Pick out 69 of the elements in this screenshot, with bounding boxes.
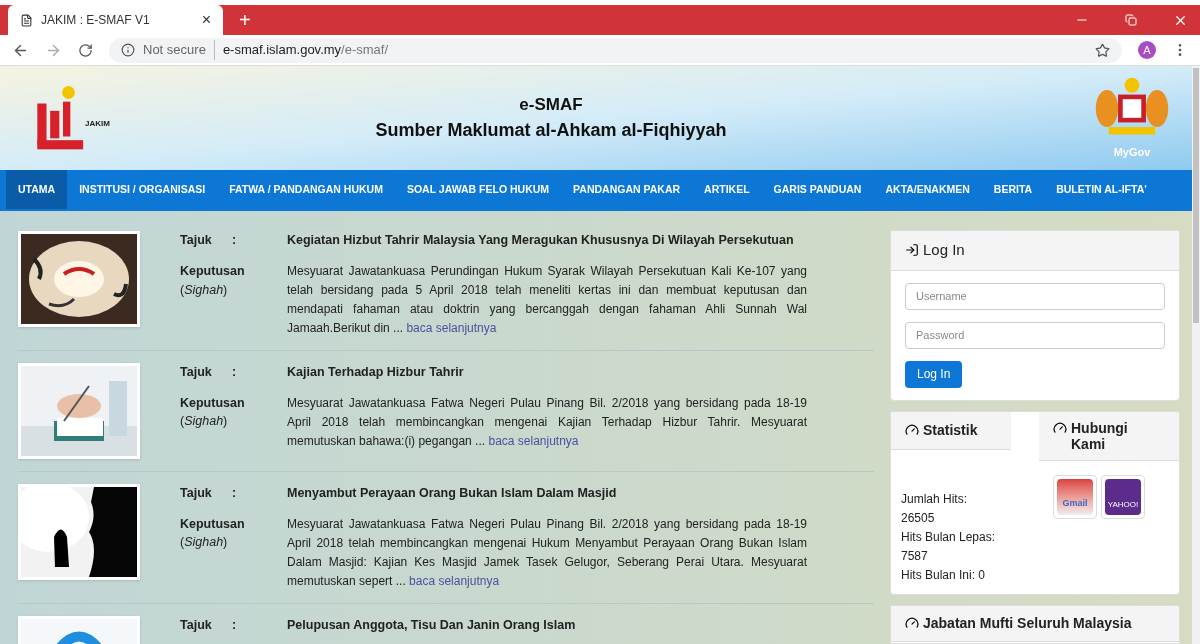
nav-item[interactable]: INSTITUSI / ORGANISASI	[67, 170, 218, 209]
field-label: Tajuk	[180, 363, 213, 381]
article-title[interactable]: Kajian Terhadap Hizbur Tahrir	[287, 362, 464, 382]
panel-title: Hubungi Kami	[1071, 419, 1129, 452]
stat-text: 26505	[901, 509, 936, 527]
scrollbar[interactable]	[1192, 66, 1200, 644]
nav-item[interactable]: PANDANGAN PAKAR	[561, 170, 693, 209]
address-bar[interactable]: Not secure e-smaf.islam.gov.my/e-smaf/	[109, 37, 1122, 63]
nav-item[interactable]: FATWA / PANDANGAN HUKUM	[217, 170, 395, 209]
panel-title: Log In	[923, 240, 965, 260]
close-tab-button[interactable]: ×	[201, 8, 211, 32]
field-label: Tajuk	[180, 616, 213, 634]
article-summary: Mesyuarat Jawatankuasa Perundingan Hukum Syarak Wilayah Persekutuan Kali Ke-107 yang telah bersidang pada 5 April 2018 telah meneliti kertas ini dan membuat keputusan dan mendapati fahaman atau doktrin yang bercanggah dengan fahaman Ahli Sunnah Wal Jamaah.Berikut din ... baca selanjutnya	[287, 262, 807, 337]
article-summary: Mesyuarat Jawatankuasa Fatwa Negeri Pulau Pinang Bil. 2/2018 yang bersidang pada 18-19 April 2018 telah membincangkan mengenai Kajian Terhadap Hizbur Tahrir. Mesyuarat memutuskan bahawa:(i) pegangan ... baca selanjutnya	[287, 394, 807, 450]
nav-item[interactable]: GARIS PANDUAN	[761, 170, 874, 209]
panel-title: Jabatan Mufti Seluruh Malaysia	[923, 613, 1132, 633]
field-label: Keputusan	[180, 262, 246, 280]
browser-tab[interactable]: JAKIM : E-SMAF V1 ×	[8, 5, 223, 35]
stat-text: 7587	[901, 547, 929, 565]
field-label: Tajuk	[180, 484, 213, 502]
read-more-link[interactable]: baca selanjutnya	[409, 573, 500, 588]
logo-text: JAKIM	[85, 118, 110, 130]
site-title: e-SMAF	[519, 93, 583, 116]
info-icon	[121, 43, 135, 57]
bookmark-star-icon[interactable]	[1095, 42, 1110, 58]
colon: :	[232, 363, 238, 381]
login-icon	[905, 243, 919, 258]
nav-item[interactable]: BERITA	[981, 170, 1045, 209]
nav-item[interactable]: ARTIKEL	[692, 170, 762, 209]
dashboard-icon	[1053, 420, 1067, 435]
security-label: Not secure	[143, 40, 215, 60]
new-tab-button[interactable]: +	[223, 5, 267, 35]
field-label: Tajuk	[180, 232, 213, 249]
colon: :	[232, 232, 238, 249]
field-sublabel: (Sighah)	[180, 534, 229, 552]
colon: :	[232, 484, 238, 502]
field-label: Keputusan	[180, 394, 246, 412]
panel-title: Statistik	[923, 420, 978, 440]
article-title[interactable]: Kegiatan Hizbut Tahrir Malaysia Yang Meragukan Khususnya Di Wilayah Persekutuan	[287, 231, 794, 250]
dashboard-icon	[905, 616, 919, 631]
stat-text: Hits Bulan Lepas:	[901, 528, 997, 546]
url-text: e-smaf.islam.gov.my/e-smaf/	[222, 41, 390, 60]
stat-text: Jumlah Hits:	[901, 490, 969, 508]
nav-item[interactable]: BULETIN AL-IFTA'	[1044, 170, 1159, 209]
field-label: Keputusan	[180, 515, 246, 533]
read-more-link[interactable]: baca selanjutnya	[488, 433, 579, 448]
stat-text: Hits Bulan Ini: 0	[901, 566, 987, 584]
password-field[interactable]: Password	[905, 321, 1165, 349]
profile-avatar[interactable]: A	[1138, 41, 1156, 59]
reload-icon[interactable]	[78, 42, 93, 58]
username-field[interactable]: Username	[905, 282, 1165, 310]
article-title[interactable]: Menyambut Perayaan Orang Bukan Islam Dalam Masjid	[287, 483, 617, 503]
nav-item[interactable]: SOAL JAWAB FELO HUKUM	[394, 170, 562, 209]
site-subtitle: Sumber Maklumat al-Ahkam al-Fiqhiyyah	[375, 119, 727, 143]
article-title[interactable]: Pelupusan Anggota, Tisu Dan Janin Orang Islam	[287, 615, 576, 635]
restore-icon[interactable]	[1125, 14, 1137, 26]
page-icon	[20, 13, 33, 27]
login-button[interactable]: Log In	[905, 360, 963, 388]
nav-item[interactable]: UTAMA	[6, 170, 68, 209]
read-more-link[interactable]: baca selanjutnya	[406, 320, 497, 335]
article-summary: Mesyuarat Jawatankuasa Fatwa Negeri Pulau Pinang Bil. 2/2018 yang bersidang pada 18-19 April 2018 telah membincangkan mengenai Hukum Menyambut Perayaan Orang Bukan Islam Dalam Masjid: Kajian Kes Masjid Jamek Tasek Gelugor, Seberang Perai Utara. Mesyuarat memutuskan sepert ... baca selanjutnya	[287, 515, 807, 590]
nav-item[interactable]: AKTA/ENAKMEN	[873, 170, 982, 209]
field-sublabel: (Sighah)	[180, 281, 229, 299]
gmail-link[interactable]: Gmail	[1053, 474, 1097, 519]
colon: :	[232, 616, 238, 634]
field-sublabel: (Sighah)	[180, 413, 229, 431]
emblem-text: MyGov	[1113, 145, 1151, 160]
dashboard-icon	[905, 423, 919, 437]
yahoo-mail-link[interactable]: YAHOO!	[1101, 474, 1145, 519]
